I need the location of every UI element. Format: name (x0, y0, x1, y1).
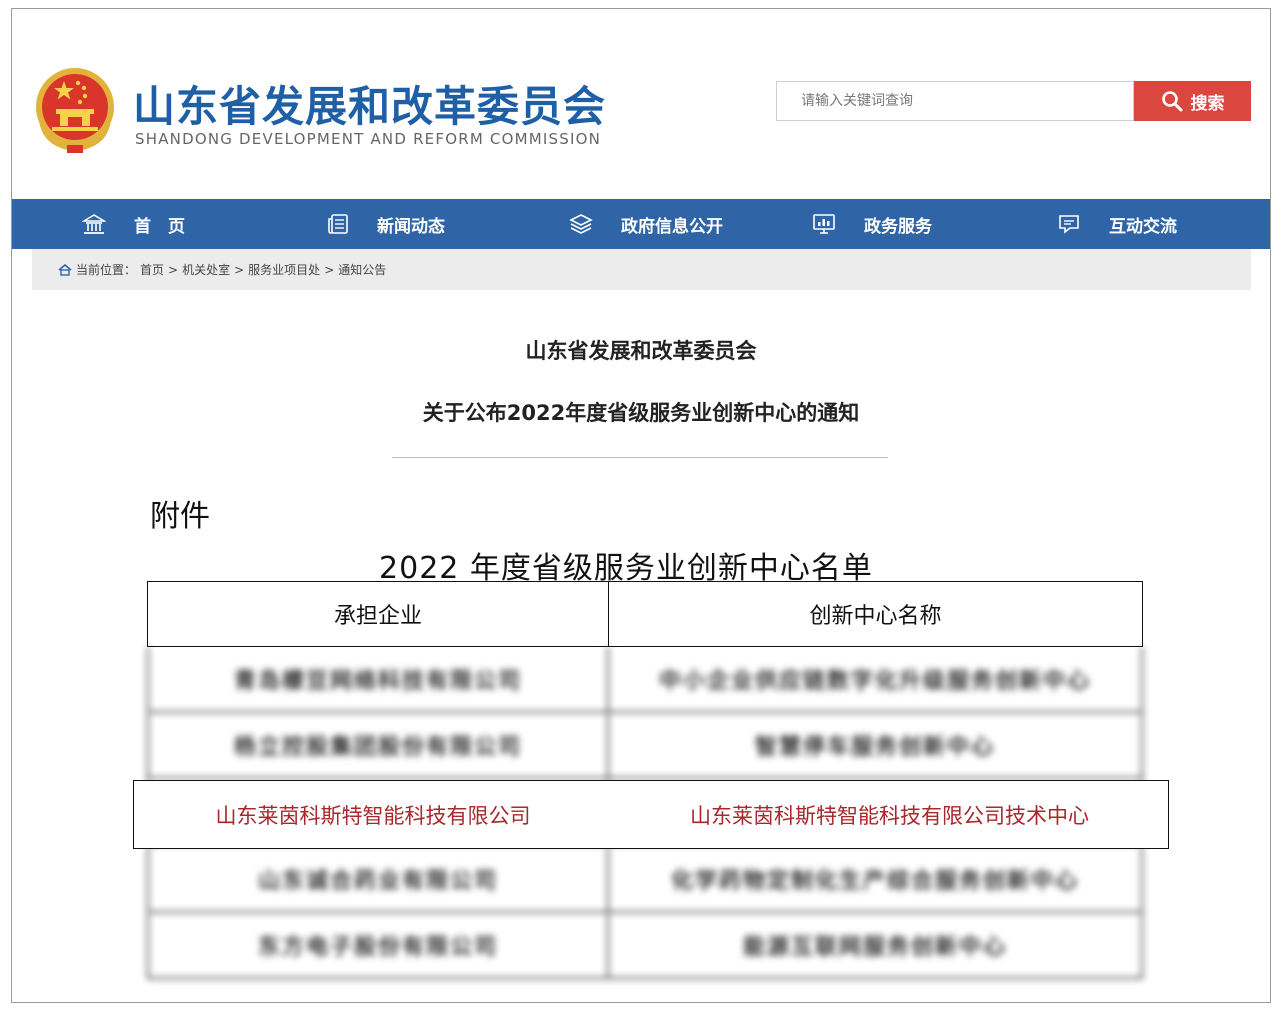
nav-item-services[interactable]: 政务服务 (812, 199, 932, 249)
highlighted-company: 山东莱茵科斯特智能科技有限公司 (215, 803, 531, 828)
highlighted-table-row: 山东莱茵科斯特智能科技有限公司 山东莱茵科斯特智能科技有限公司技术中心 (133, 780, 1169, 849)
chat-icon (1059, 215, 1079, 234)
search-icon (1161, 91, 1182, 112)
table-header-center: 创新中心名称 (609, 582, 1143, 646)
nav-item-label: 首 页 (134, 216, 185, 237)
nav-item-label: 新闻动态 (377, 216, 445, 237)
title-divider (392, 457, 888, 458)
home-icon (58, 263, 72, 276)
nav-item-label: 政府信息公开 (621, 216, 723, 237)
news-icon (328, 214, 348, 234)
table-cell-company: 杨立控股集团股份有限公司 (147, 713, 609, 777)
table-row: 杨立控股集团股份有限公司 智慧停车服务创新中心 (147, 713, 1143, 779)
table-cell-center: 能源互联网服务创新中心 (609, 913, 1143, 977)
main-nav: 首 页 新闻动态 政府信息公开 政务服务 互动交流 (12, 199, 1270, 249)
table-header-company: 承担企业 (147, 582, 609, 646)
nav-item-home[interactable]: 首 页 (82, 199, 185, 249)
article-title: 关于公布2022年度省级服务业创新中心的通知 (422, 401, 860, 425)
page-frame: 山东省发展和改革委员会 SHANDONG DEVELOPMENT AND REF… (11, 8, 1271, 1003)
nav-item-news[interactable]: 新闻动态 (327, 199, 445, 249)
breadcrumb-item-notices[interactable]: 通知公告 (338, 261, 386, 278)
article-title-org: 山东省发展和改革委员会 (525, 339, 757, 363)
search-button[interactable]: 搜索 (1134, 81, 1251, 121)
monitor-chart-icon (813, 214, 835, 234)
nav-item-label: 互动交流 (1109, 216, 1177, 237)
highlighted-center: 山东莱茵科斯特智能科技有限公司技术中心 (690, 803, 1089, 828)
breadcrumb-separator: > (234, 262, 245, 277)
table-row: 青岛檬豆网络科技有限公司 中小企业供应链数字化升级服务创新中心 (147, 647, 1143, 713)
breadcrumb-separator: > (324, 262, 335, 277)
attachment-label: 附件 (150, 499, 210, 534)
nav-item-label: 政务服务 (864, 216, 932, 237)
site-title[interactable]: 山东省发展和改革委员会 (133, 73, 606, 134)
table-cell-company: 东方电子股份有限公司 (147, 913, 609, 977)
table-cell-center: 智慧停车服务创新中心 (609, 713, 1143, 777)
table-row: 东方电子股份有限公司 能源互联网服务创新中心 (147, 913, 1143, 979)
national-emblem-icon (36, 68, 114, 153)
table-cell-company: 山东诚合药业有限公司 (147, 847, 609, 911)
site-header: 山东省发展和改革委员会 SHANDONG DEVELOPMENT AND REF… (12, 9, 1270, 199)
search-input[interactable] (777, 82, 1133, 120)
breadcrumb-item-home[interactable]: 首页 (140, 261, 164, 278)
breadcrumb-item-service-office[interactable]: 服务业项目处 (248, 261, 320, 278)
breadcrumb: 当前位置： 首页 > 机关处室 > 服务业项目处 > 通知公告 (32, 249, 1251, 290)
nav-item-gov-info[interactable]: 政府信息公开 (569, 199, 723, 249)
breadcrumb-prefix: 当前位置： (76, 263, 137, 277)
table-row: 山东诚合药业有限公司 化学药物定制化生产综合服务创新中心 (147, 847, 1143, 913)
nav-item-interaction[interactable]: 互动交流 (1057, 199, 1177, 249)
layers-icon (569, 214, 593, 234)
breadcrumb-separator: > (168, 262, 179, 277)
breadcrumb-item-departments[interactable]: 机关处室 (182, 261, 230, 278)
table-header-row: 承担企业 创新中心名称 (147, 581, 1143, 647)
home-icon (82, 214, 106, 234)
table-cell-center: 中小企业供应链数字化升级服务创新中心 (609, 647, 1143, 711)
search-button-label: 搜索 (1190, 93, 1225, 114)
table-cell-center: 化学药物定制化生产综合服务创新中心 (609, 847, 1143, 911)
site-subtitle: SHANDONG DEVELOPMENT AND REFORM COMMISSI… (135, 130, 602, 148)
search-box (776, 81, 1134, 121)
table-cell-company: 青岛檬豆网络科技有限公司 (147, 647, 609, 711)
